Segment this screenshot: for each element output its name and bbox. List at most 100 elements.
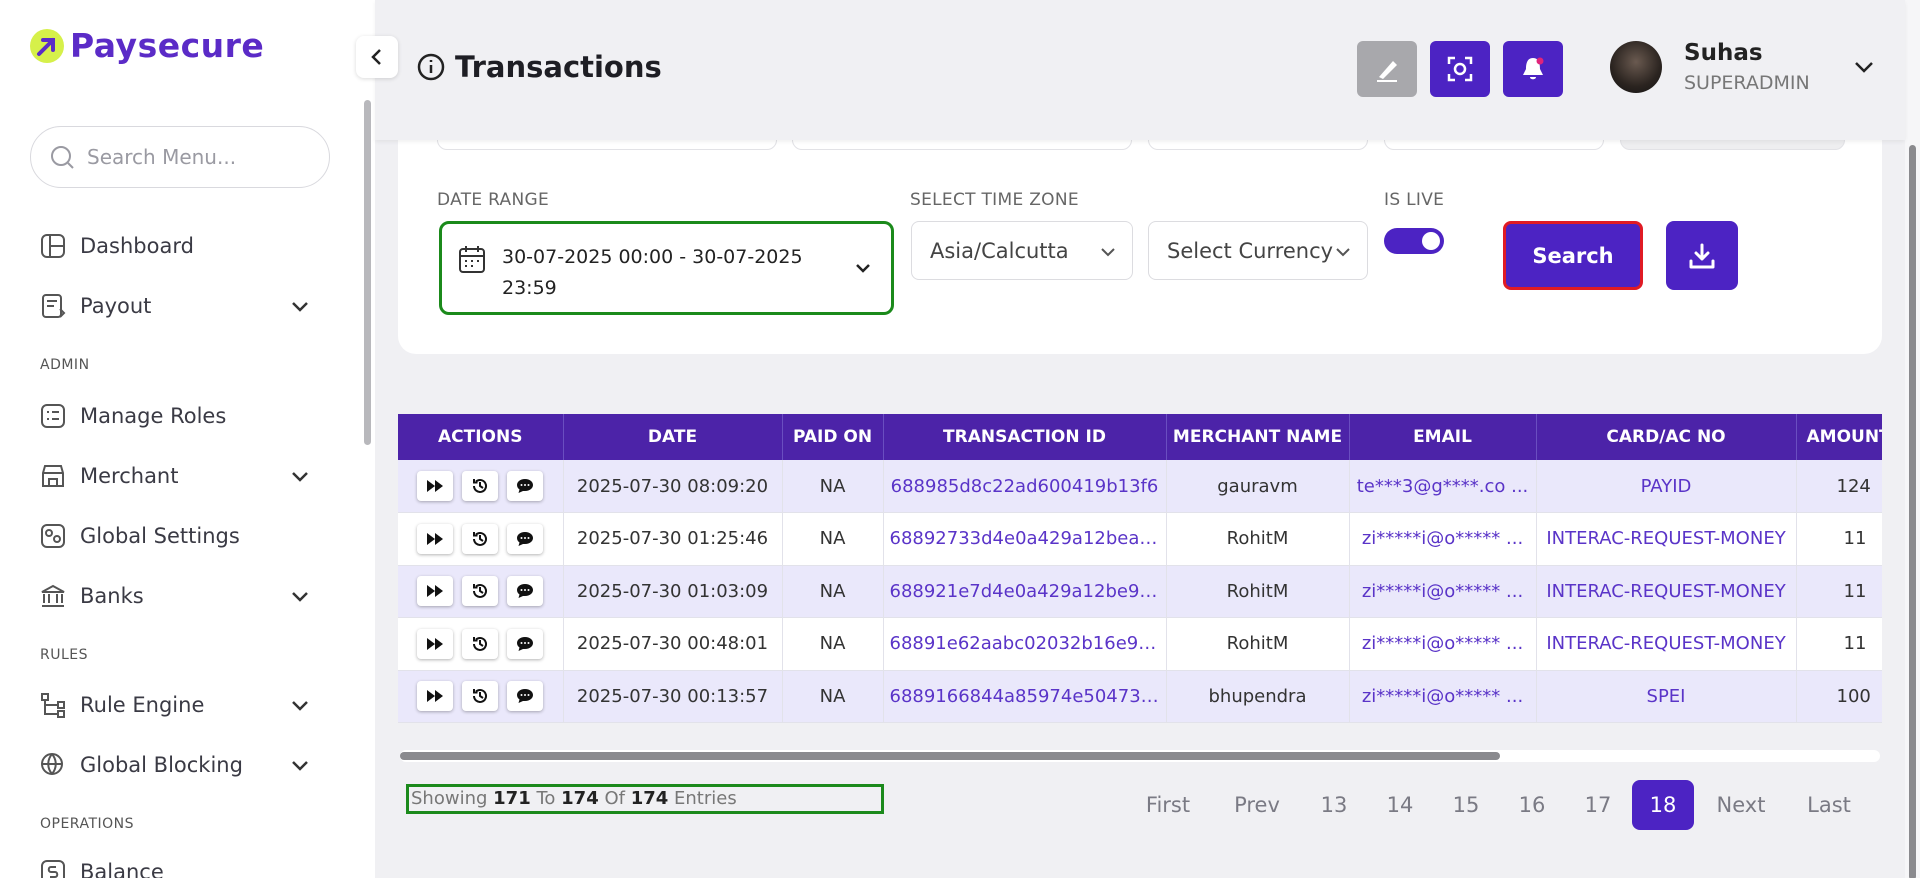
- scrollbar-thumb[interactable]: [400, 752, 1500, 760]
- page-scrollbar[interactable]: [1905, 0, 1920, 878]
- flow-icon: [41, 693, 65, 718]
- cell-email: zi*****i@o***** ...: [1349, 512, 1537, 566]
- date-range-value: 30-07-2025 00:00 - 30-07-2025 23:59: [502, 246, 803, 299]
- sidebar-item-merchant[interactable]: Merchant: [40, 456, 310, 496]
- is-live-toggle[interactable]: [1384, 228, 1444, 254]
- sidebar-item-label: Merchant: [80, 464, 179, 488]
- date-range-picker[interactable]: 30-07-2025 00:00 - 30-07-2025 23:59: [439, 221, 894, 315]
- bank-icon: [41, 584, 65, 607]
- sidebar-item-balance[interactable]: Balance: [40, 852, 310, 878]
- fast-forward-icon: [427, 690, 444, 703]
- scrollbar-thumb[interactable]: [1909, 145, 1916, 878]
- column-header[interactable]: TRANSACTION ID: [883, 414, 1167, 460]
- cell-transaction-id[interactable]: 6889166844a85974e5047376: [883, 670, 1167, 723]
- process-button[interactable]: [417, 523, 454, 554]
- table-row: 2025-07-30 00:13:57 NA 6889166844a85974e…: [398, 670, 1882, 723]
- cell-transaction-id[interactable]: 68891e62aabc02032b16e9d5: [883, 617, 1167, 671]
- timezone-select[interactable]: Asia/Calcutta: [911, 221, 1133, 280]
- menu-search[interactable]: [30, 126, 330, 188]
- process-button[interactable]: [417, 681, 454, 712]
- column-header[interactable]: CARD/AC NO: [1536, 414, 1797, 460]
- cell-merchant: RohitM: [1166, 565, 1350, 618]
- process-button[interactable]: [417, 576, 454, 607]
- column-header[interactable]: MERCHANT NAME: [1166, 414, 1350, 460]
- pagination-page[interactable]: 17: [1578, 780, 1618, 830]
- sidebar-item-global-settings[interactable]: Global Settings: [40, 516, 310, 556]
- page-title-text: Transactions: [455, 50, 662, 84]
- store-icon: [42, 465, 64, 487]
- cell-email: zi*****i@o***** ...: [1349, 565, 1537, 618]
- is-live-label: IS LIVE: [1384, 190, 1445, 210]
- cell-transaction-id[interactable]: 68892733d4e0a429a12bea60: [883, 512, 1167, 566]
- cell-amount: 100: [1796, 670, 1882, 723]
- sidebar-item-dashboard[interactable]: Dashboard: [40, 226, 310, 266]
- search-button[interactable]: Search: [1503, 221, 1643, 290]
- table-horizontal-scrollbar[interactable]: [400, 750, 1880, 762]
- pagination-page[interactable]: 15: [1446, 780, 1486, 830]
- history-button[interactable]: [462, 471, 499, 501]
- comment-button[interactable]: [507, 628, 544, 659]
- pagination-page[interactable]: 16: [1512, 780, 1552, 830]
- fast-forward-icon: [427, 637, 444, 650]
- download-button[interactable]: [1666, 221, 1738, 290]
- comment-button[interactable]: [507, 576, 544, 607]
- cell-transaction-id[interactable]: 688985d8c22ad600419b13f6: [883, 460, 1167, 513]
- sidebar-item-label: Global Settings: [80, 524, 240, 548]
- top-header: Transactions Suhas SUPERADMIN: [375, 0, 1905, 140]
- sidebar-item-rule-engine[interactable]: Rule Engine: [40, 685, 310, 725]
- sidebar-scrollbar[interactable]: [364, 100, 371, 445]
- table-row: 2025-07-30 01:25:46 NA 68892733d4e0a429a…: [398, 512, 1882, 566]
- scan-button[interactable]: [1430, 41, 1490, 97]
- history-button[interactable]: [462, 576, 499, 607]
- sidebar-item-manage-roles[interactable]: Manage Roles: [40, 396, 310, 436]
- history-button[interactable]: [462, 681, 499, 712]
- clear-button[interactable]: [1357, 41, 1417, 97]
- column-header[interactable]: ACTIONS: [398, 414, 564, 460]
- history-button[interactable]: [462, 523, 499, 554]
- cell-merchant: RohitM: [1166, 512, 1350, 566]
- sidebar-item-payout[interactable]: Payout: [40, 286, 310, 326]
- sidebar-item-global-blocking[interactable]: Global Blocking: [40, 745, 310, 785]
- sidebar-item-banks[interactable]: Banks: [40, 576, 310, 616]
- user-role: SUPERADMIN: [1684, 72, 1810, 94]
- cell-card: INTERAC-REQUEST-MONEY: [1536, 565, 1797, 618]
- brand-logo[interactable]: Paysecure: [30, 26, 264, 65]
- cell-transaction-id[interactable]: 688921e7d4e0a429a12be941: [883, 565, 1167, 618]
- entries-from: 171: [493, 788, 531, 809]
- column-header[interactable]: EMAIL: [1349, 414, 1537, 460]
- column-header[interactable]: AMOUNT: [1796, 414, 1882, 460]
- pagination-next[interactable]: Next: [1712, 780, 1770, 830]
- table-row: 2025-07-30 01:03:09 NA 688921e7d4e0a429a…: [398, 565, 1882, 618]
- chat-icon: [517, 689, 534, 704]
- comment-button[interactable]: [507, 471, 544, 501]
- process-button[interactable]: [417, 471, 454, 501]
- history-icon: [473, 689, 488, 704]
- sidebar-collapse-button[interactable]: [356, 36, 398, 78]
- pagination-page-active[interactable]: 18: [1632, 780, 1694, 830]
- cell-amount: 124: [1796, 460, 1882, 513]
- column-header[interactable]: DATE: [563, 414, 783, 460]
- user-menu[interactable]: Suhas SUPERADMIN: [1610, 40, 1876, 94]
- history-button[interactable]: [462, 628, 499, 659]
- menu-search-input[interactable]: [87, 145, 307, 169]
- user-name: Suhas: [1684, 40, 1763, 66]
- comment-button[interactable]: [507, 681, 544, 712]
- cell-paid-on: NA: [782, 617, 884, 671]
- process-button[interactable]: [417, 628, 454, 659]
- notifications-button[interactable]: [1503, 41, 1563, 97]
- chevron-down-icon: [292, 302, 308, 312]
- cell-date: 2025-07-30 00:48:01: [563, 617, 783, 671]
- pagination-page[interactable]: 13: [1314, 780, 1354, 830]
- pagination-prev[interactable]: Prev: [1228, 780, 1286, 830]
- pagination-last[interactable]: Last: [1800, 780, 1858, 830]
- pagination-page[interactable]: 14: [1380, 780, 1420, 830]
- comment-button[interactable]: [507, 523, 544, 554]
- download-icon: [1689, 243, 1715, 268]
- brand-name: Paysecure: [70, 26, 265, 65]
- currency-select[interactable]: Select Currency: [1148, 221, 1368, 280]
- cell-date: 2025-07-30 01:25:46: [563, 512, 783, 566]
- chevron-down-icon: [1336, 248, 1350, 257]
- currency-value: Select Currency: [1167, 238, 1334, 263]
- pagination-first[interactable]: First: [1136, 780, 1200, 830]
- column-header[interactable]: PAID ON: [782, 414, 884, 460]
